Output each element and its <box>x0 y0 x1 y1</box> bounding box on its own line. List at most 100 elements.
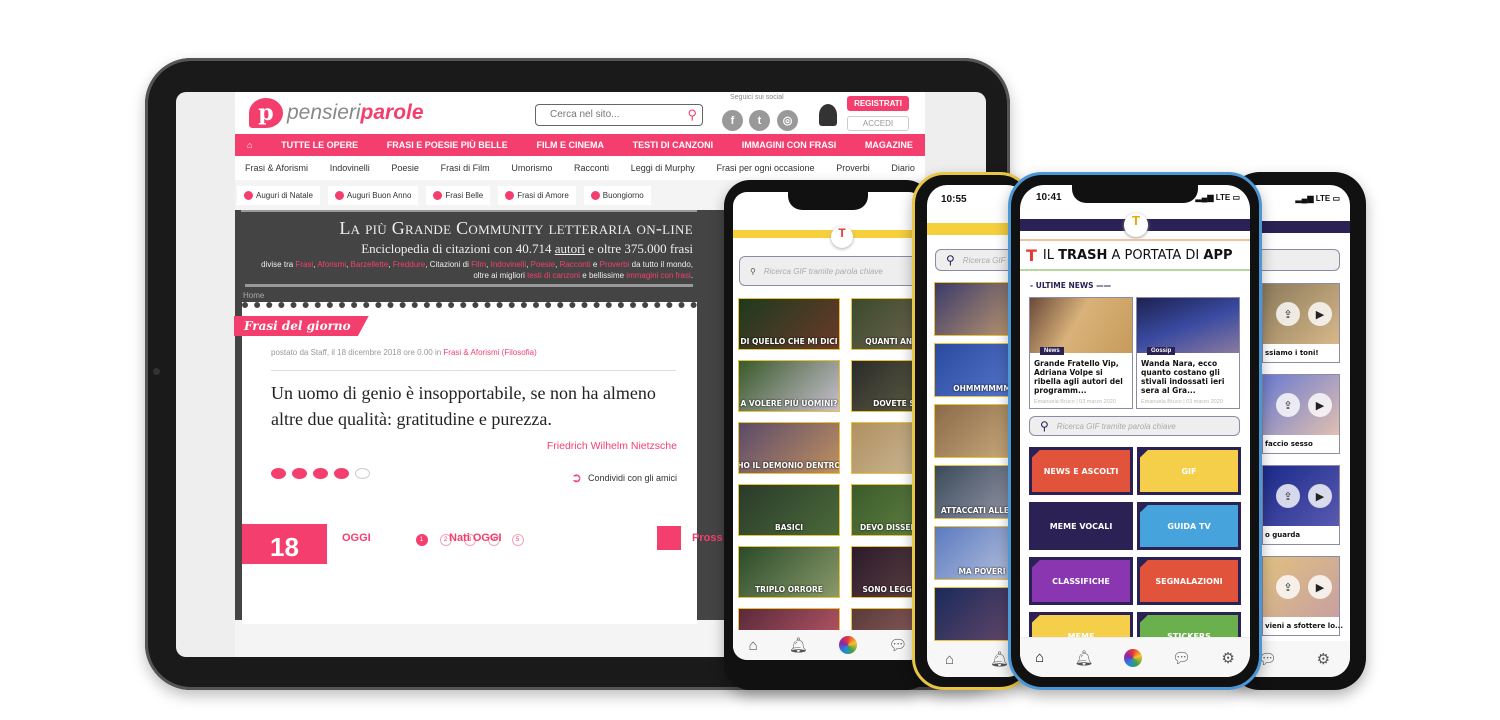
share-icon[interactable]: ⇪ <box>1276 302 1300 326</box>
tag-chip[interactable]: Auguri Buon Anno <box>327 185 419 205</box>
category-link[interactable]: Barzellette <box>351 260 389 269</box>
gear-icon[interactable]: ⚙ <box>1221 649 1234 667</box>
subnav-item[interactable]: Racconti <box>574 163 609 173</box>
heart-icon[interactable] <box>271 468 286 479</box>
category-link[interactable]: Indovinelli <box>491 260 527 269</box>
news-card[interactable]: News Grande Fratello Vip, Adriana Volpe s… <box>1029 297 1133 409</box>
category-tile[interactable]: GIF <box>1137 447 1241 495</box>
category-link[interactable]: Frasi <box>295 260 313 269</box>
video-card[interactable]: ⇪ ▶ vieni a sfottere lo... <box>1262 556 1343 636</box>
twitter-icon[interactable]: t <box>749 110 770 131</box>
facebook-icon[interactable]: f <box>722 110 743 131</box>
subnav-item[interactable]: Leggi di Murphy <box>631 163 695 173</box>
gif-search-input[interactable]: ⚲ Ricerca GIF tramite parola chiave <box>739 256 923 286</box>
chat-icon[interactable]: 💬︎ <box>888 636 907 654</box>
nav-item[interactable]: TUTTE LE OPERE <box>281 140 358 150</box>
video-card[interactable]: ⇪ ▶ faccio sesso <box>1262 374 1340 454</box>
site-logo[interactable]: p pensieriparole <box>249 98 424 128</box>
subnav-item[interactable]: Proverbi <box>836 163 870 173</box>
gif-caption: DI QUELLO CHE MI DICI <box>740 337 838 346</box>
gif-thumbnail[interactable]: DI QUELLO CHE MI DICI <box>738 298 840 350</box>
news-card[interactable]: Gossip Wanda Nara, ecco quanto costano gl… <box>1136 297 1240 409</box>
subnav-item[interactable]: Diario <box>891 163 915 173</box>
nav-item[interactable]: FILM E CINEMA <box>536 140 604 150</box>
heart-icon[interactable] <box>355 468 370 479</box>
subnav-item[interactable]: Frasi & Aforismi <box>245 163 308 173</box>
heart-icon[interactable] <box>334 468 349 479</box>
share-icon[interactable]: ⇪ <box>1276 393 1300 417</box>
category-link[interactable]: Proverbi <box>600 260 630 269</box>
authors-link[interactable]: autori <box>555 241 585 256</box>
tag-chip[interactable]: Frasi di Amore <box>498 185 576 205</box>
banner-text: e bellissime <box>580 271 627 280</box>
section-title: - ULTIME NEWS <box>1030 281 1094 290</box>
bell-icon[interactable]: 🔔︎ <box>990 650 1009 668</box>
search-icon[interactable]: ⚲ <box>687 107 697 123</box>
rating-hearts[interactable] <box>271 468 370 479</box>
play-icon[interactable]: ▶ <box>1308 484 1332 508</box>
category-link[interactable]: immagini con frasi <box>626 271 690 280</box>
home-icon[interactable]: ⌂ <box>1035 649 1044 666</box>
subcategory-link[interactable]: (Filosofia) <box>502 348 537 357</box>
category-tile[interactable]: GUIDA TV <box>1137 502 1241 550</box>
category-link[interactable]: Frasi & Aforismi <box>443 348 499 357</box>
section-ribbon: Frasi del giorno <box>234 316 369 336</box>
category-link[interactable]: Poesie <box>531 260 555 269</box>
category-link[interactable]: testi di canzoni <box>527 271 580 280</box>
gif-thumbnail[interactable]: HO IL DEMONIO DENTRO <box>738 422 840 474</box>
logo-icon <box>433 190 443 200</box>
category-link[interactable]: Film <box>471 260 486 269</box>
home-icon[interactable]: ⌂ <box>247 140 252 150</box>
share-icon[interactable]: ⇪ <box>1276 484 1300 508</box>
subnav-item[interactable]: Frasi di Film <box>441 163 490 173</box>
category-tile[interactable]: SEGNALAZIONI <box>1137 557 1241 605</box>
video-card[interactable]: ⇪ ▶ o guarda <box>1262 465 1340 545</box>
tag-chip[interactable]: Frasi Belle <box>426 185 491 205</box>
logo-icon <box>334 190 344 200</box>
register-button[interactable]: REGISTRATI <box>847 96 909 111</box>
rainbow-logo-icon[interactable] <box>839 636 858 654</box>
subnav-item[interactable]: Umorismo <box>511 163 552 173</box>
share-button[interactable]: ➲ Condividi con gli amici <box>571 470 677 486</box>
play-icon[interactable]: ▶ <box>1308 302 1332 326</box>
bell-icon[interactable]: 🔔︎ <box>789 636 808 654</box>
gif-thumbnail[interactable]: A VOLERE PIÙ UOMINI? <box>738 360 840 412</box>
tag-chip[interactable]: Buongiorno <box>583 185 651 205</box>
category-link[interactable]: Racconti <box>560 260 591 269</box>
instagram-icon[interactable]: ◎ <box>777 110 798 131</box>
category-link[interactable]: Aforismi <box>317 260 346 269</box>
quote-author-link[interactable]: Friedrich Wilhelm Nietzsche <box>547 440 677 452</box>
category-tile[interactable]: CLASSIFICHE <box>1029 557 1133 605</box>
home-icon[interactable]: ⌂ <box>749 637 758 654</box>
tag-chip[interactable]: Auguri di Natale <box>237 185 320 205</box>
nav-item[interactable]: TESTI DI CANZONI <box>633 140 714 150</box>
heart-icon[interactable] <box>313 468 328 479</box>
login-button[interactable]: ACCEDI <box>847 116 909 131</box>
gif-thumbnail[interactable]: TRIPLO ORRORE <box>738 546 840 598</box>
category-tile[interactable]: MEME VOCALI <box>1029 502 1133 550</box>
chat-icon[interactable]: 💬︎ <box>1172 649 1191 667</box>
category-tile[interactable]: NEWS E ASCOLTI <box>1029 447 1133 495</box>
home-icon[interactable]: ⌂ <box>945 651 954 668</box>
nav-item[interactable]: FRASI E POESIE PIÙ BELLE <box>387 140 508 150</box>
gear-icon[interactable]: ⚙ <box>1317 650 1330 668</box>
bell-icon[interactable]: 🔔︎ <box>1074 649 1093 667</box>
user-avatar-icon[interactable] <box>819 104 837 126</box>
bottom-tab-bar: ⌂ 🔔︎ 💬︎ ⚙ <box>1020 637 1250 677</box>
gif-search-input[interactable]: ⚲ Ricerca GIF tramite parola chiave <box>1029 416 1240 436</box>
play-icon[interactable]: ▶ <box>1308 393 1332 417</box>
subnav-item[interactable]: Frasi per ogni occasione <box>716 163 814 173</box>
play-icon[interactable]: ▶ <box>1308 575 1332 599</box>
subnav-item[interactable]: Indovinelli <box>330 163 370 173</box>
site-search-input[interactable]: Cerca nel sito... ⚲ <box>535 104 703 126</box>
share-icon[interactable]: ⇪ <box>1276 575 1300 599</box>
nav-item[interactable]: MAGAZINE <box>865 140 913 150</box>
video-card[interactable]: ⇪ ▶ ssiamo i toni! <box>1262 283 1340 363</box>
nav-item[interactable]: IMMAGINI CON FRASI <box>742 140 837 150</box>
rainbow-logo-icon[interactable] <box>1123 648 1142 667</box>
subnav-item[interactable]: Poesie <box>391 163 419 173</box>
gif-thumbnail[interactable]: BASICI <box>738 484 840 536</box>
heart-icon[interactable] <box>292 468 307 479</box>
category-link[interactable]: Freddure <box>393 260 425 269</box>
news-badge: News <box>1040 347 1064 355</box>
